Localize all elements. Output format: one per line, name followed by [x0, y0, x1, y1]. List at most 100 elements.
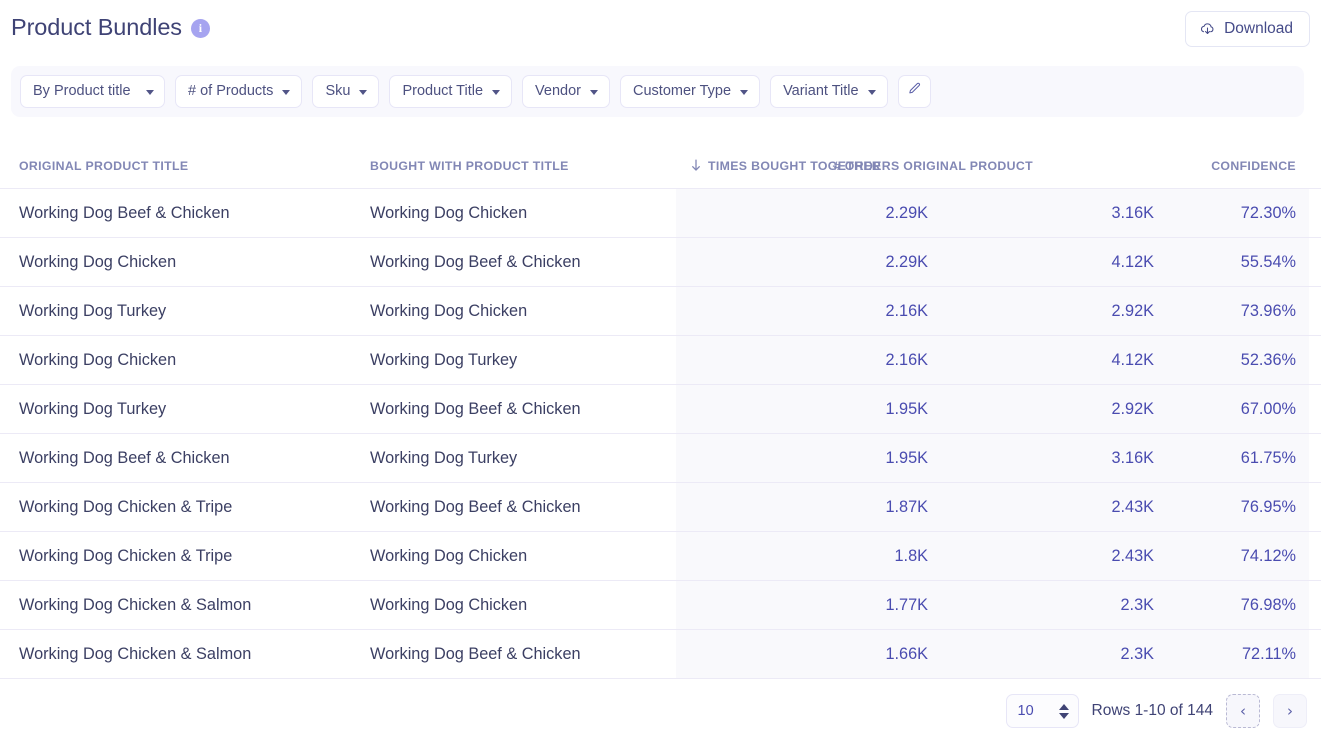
cell-times-bought-together: 2.29K — [885, 253, 928, 271]
cell-confidence: 73.96% — [1240, 302, 1296, 320]
cloud-download-icon — [1199, 21, 1216, 38]
filter-chip-label: Variant Title — [783, 83, 859, 99]
cell-orders-original-product: 2.43K — [1111, 547, 1154, 565]
cell-times-bought-together: 1.95K — [885, 400, 928, 418]
filter-chip-customer-type[interactable]: Customer Type — [620, 75, 761, 108]
table-row[interactable]: Working Dog Chicken & Tripe Working Dog … — [0, 532, 1321, 581]
cell-orders-original-product: 4.12K — [1111, 253, 1154, 271]
table-row[interactable]: Working Dog Chicken Working Dog Turkey 2… — [0, 336, 1321, 385]
cell-bought-with-product-title: Working Dog Turkey — [370, 449, 518, 467]
cell-confidence: 76.98% — [1240, 596, 1296, 614]
filter-chip-num-of-products[interactable]: # of Products — [175, 75, 303, 108]
bundles-table: ORIGINAL PRODUCT TITLE BOUGHT WITH PRODU… — [0, 140, 1321, 679]
filter-chip-label: Sku — [325, 83, 351, 99]
cell-orders-original-product: 4.12K — [1111, 351, 1154, 369]
stepper-down-icon[interactable] — [1058, 712, 1069, 719]
filter-chip-vendor[interactable]: Vendor — [522, 75, 610, 108]
chevron-left-icon: ‹ — [1240, 701, 1246, 720]
filter-chip-label: By Product title — [33, 83, 131, 99]
cell-confidence: 52.36% — [1240, 351, 1296, 369]
next-page-button[interactable]: › — [1273, 694, 1307, 728]
table-row[interactable]: Working Dog Chicken Working Dog Beef & C… — [0, 238, 1321, 287]
table-row[interactable]: Working Dog Turkey Working Dog Chicken 2… — [0, 287, 1321, 336]
stepper-arrows-icon[interactable] — [1058, 703, 1069, 719]
stepper-up-icon[interactable] — [1058, 703, 1069, 710]
cell-confidence: 61.75% — [1240, 449, 1296, 467]
table-header-row: ORIGINAL PRODUCT TITLE BOUGHT WITH PRODU… — [0, 140, 1321, 189]
cell-orders-original-product: 2.92K — [1111, 400, 1154, 418]
filter-chip-label: # of Products — [188, 83, 274, 99]
rows-per-page-stepper[interactable]: 10 — [1005, 694, 1079, 728]
edit-filters-button[interactable] — [897, 75, 931, 108]
info-icon[interactable]: i — [190, 19, 210, 38]
cell-times-bought-together: 1.66K — [885, 645, 928, 663]
product-bundles-page: Product Bundles i Download By Product ti… — [0, 0, 1321, 740]
cell-original-product-title: Working Dog Chicken & Tripe — [19, 498, 233, 516]
cell-times-bought-together: 2.16K — [885, 351, 928, 369]
cell-times-bought-together: 1.95K — [885, 449, 928, 467]
cell-times-bought-together: 2.29K — [885, 204, 928, 222]
filter-chip-label: Customer Type — [633, 83, 732, 99]
arrow-down-icon — [690, 159, 702, 172]
cell-times-bought-together: 1.8K — [894, 547, 929, 565]
cell-original-product-title: Working Dog Beef & Chicken — [19, 204, 230, 222]
cell-confidence: 76.95% — [1240, 498, 1296, 516]
page-title: Product Bundles — [11, 14, 182, 40]
cell-orders-original-product: 2.3K — [1120, 596, 1155, 614]
cell-confidence: 74.12% — [1240, 547, 1296, 565]
cell-orders-original-product: 2.92K — [1111, 302, 1154, 320]
rows-per-page-value: 10 — [1017, 703, 1034, 719]
page-header: Product Bundles i Download — [0, 0, 1321, 60]
pencil-icon — [906, 81, 922, 102]
table-row[interactable]: Working Dog Beef & Chicken Working Dog T… — [0, 434, 1321, 483]
download-button[interactable]: Download — [1185, 11, 1310, 47]
table-row[interactable]: Working Dog Chicken & Tripe Working Dog … — [0, 483, 1321, 532]
column-header-bought-with-product-title[interactable]: BOUGHT WITH PRODUCT TITLE — [370, 159, 569, 173]
cell-original-product-title: Working Dog Turkey — [19, 302, 167, 320]
cell-confidence: 67.00% — [1240, 400, 1296, 418]
table-row[interactable]: Working Dog Turkey Working Dog Beef & Ch… — [0, 385, 1321, 434]
cell-bought-with-product-title: Working Dog Beef & Chicken — [370, 645, 581, 663]
cell-times-bought-together: 1.87K — [885, 498, 928, 516]
cell-orders-original-product: 2.43K — [1111, 498, 1154, 516]
cell-bought-with-product-title: Working Dog Chicken — [370, 547, 528, 565]
chevron-down-icon — [867, 89, 876, 95]
cell-bought-with-product-title: Working Dog Chicken — [370, 204, 528, 222]
chevron-down-icon — [359, 89, 368, 95]
filter-chip-product-title[interactable]: Product Title — [389, 75, 513, 108]
cell-bought-with-product-title: Working Dog Chicken — [370, 302, 528, 320]
title-group: Product Bundles i — [11, 12, 210, 42]
filter-chip-variant-title[interactable]: Variant Title — [770, 75, 888, 108]
cell-original-product-title: Working Dog Chicken & Tripe — [19, 547, 233, 565]
chevron-down-icon — [492, 89, 501, 95]
filter-chip-by-product-title[interactable]: By Product title — [20, 75, 165, 108]
table-row[interactable]: Working Dog Chicken & Salmon Working Dog… — [0, 581, 1321, 630]
cell-confidence: 55.54% — [1240, 253, 1296, 271]
info-icon-glyph: i — [198, 21, 203, 35]
chevron-right-icon: › — [1287, 701, 1293, 720]
cell-bought-with-product-title: Working Dog Beef & Chicken — [370, 498, 581, 516]
cell-orders-original-product: 2.3K — [1120, 645, 1155, 663]
cell-original-product-title: Working Dog Beef & Chicken — [19, 449, 230, 467]
cell-times-bought-together: 1.77K — [885, 596, 928, 614]
table-row[interactable]: Working Dog Chicken & Salmon Working Dog… — [0, 630, 1321, 679]
pagination: 10 Rows 1-10 of 144 ‹ › — [1005, 694, 1307, 728]
column-header-orders-original-product[interactable]: # ORDERS ORIGINAL PRODUCT — [834, 159, 1033, 173]
cell-bought-with-product-title: Working Dog Beef & Chicken — [370, 400, 581, 418]
cell-original-product-title: Working Dog Turkey — [19, 400, 167, 418]
column-header-original-product-title[interactable]: ORIGINAL PRODUCT TITLE — [19, 159, 188, 173]
cell-orders-original-product: 3.16K — [1111, 449, 1154, 467]
column-header-confidence[interactable]: CONFIDENCE — [1211, 159, 1296, 173]
cell-original-product-title: Working Dog Chicken — [19, 351, 177, 369]
cell-bought-with-product-title: Working Dog Chicken — [370, 596, 528, 614]
chevron-down-icon — [146, 89, 154, 95]
cell-bought-with-product-title: Working Dog Turkey — [370, 351, 518, 369]
cell-bought-with-product-title: Working Dog Beef & Chicken — [370, 253, 581, 271]
chevron-down-icon — [740, 89, 749, 95]
filter-chip-sku[interactable]: Sku — [312, 75, 380, 108]
table-row[interactable]: Working Dog Beef & Chicken Working Dog C… — [0, 189, 1321, 238]
cell-orders-original-product: 3.16K — [1111, 204, 1154, 222]
chevron-down-icon — [282, 89, 291, 95]
previous-page-button[interactable]: ‹ — [1226, 694, 1260, 728]
filter-chip-label: Vendor — [535, 83, 581, 99]
